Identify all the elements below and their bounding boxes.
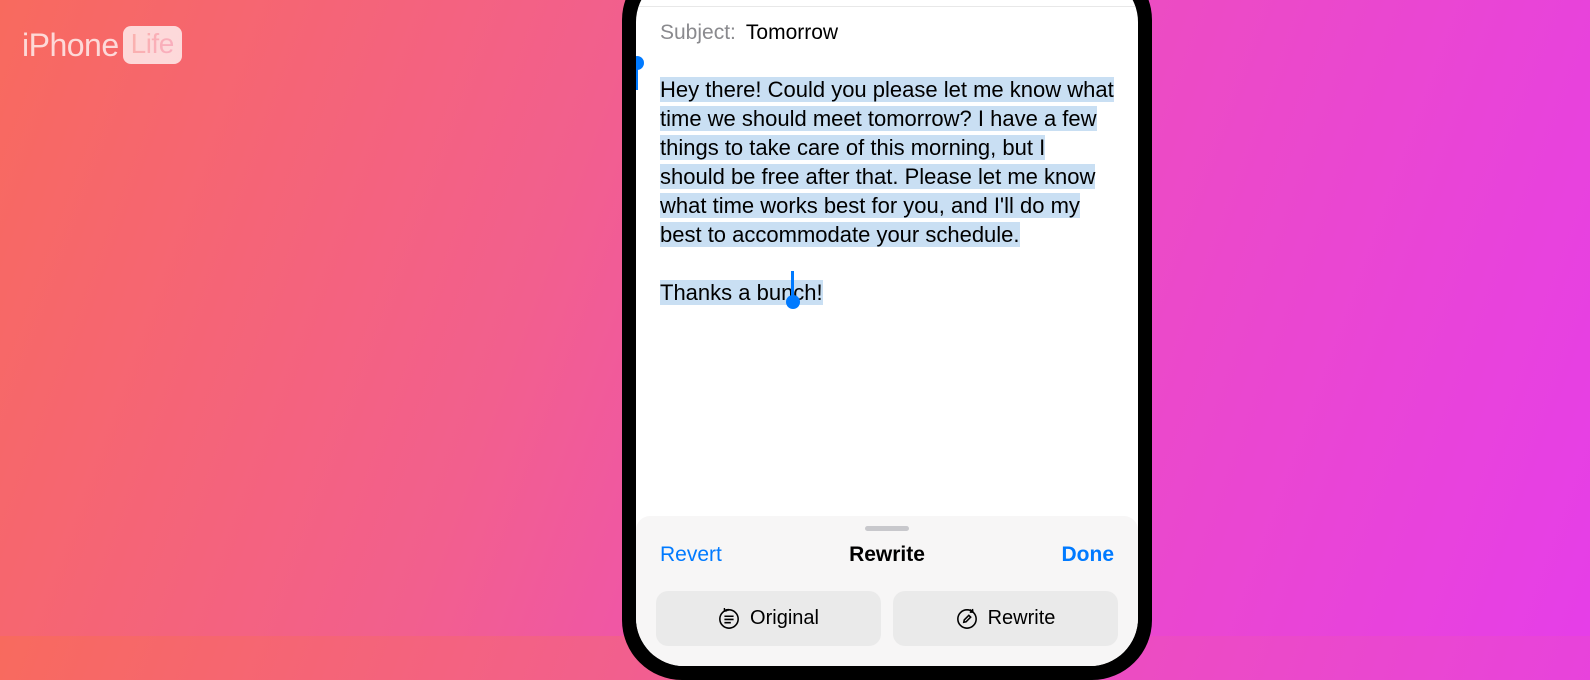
selection-handle-end[interactable]	[786, 295, 800, 309]
watermark-suffix-box: Life	[123, 26, 182, 64]
email-body[interactable]: Hey there! Could you please let me know …	[636, 61, 1138, 321]
rewrite-icon	[956, 608, 978, 630]
original-icon	[718, 608, 740, 630]
phone-screen: Subject: Tomorrow Hey there! Could you p…	[636, 0, 1138, 666]
iphonelife-watermark: iPhone Life	[22, 26, 182, 64]
watermark-prefix: iPhone	[22, 27, 119, 64]
selection-handle-start[interactable]	[636, 56, 644, 70]
rewrite-button-label: Rewrite	[988, 607, 1056, 630]
subject-value: Tomorrow	[746, 21, 838, 45]
sheet-grabber[interactable]	[865, 526, 909, 531]
original-button[interactable]: Original	[656, 591, 881, 646]
revert-button[interactable]: Revert	[660, 543, 722, 567]
phone-frame: Subject: Tomorrow Hey there! Could you p…	[622, 0, 1152, 680]
subject-row[interactable]: Subject: Tomorrow	[636, 6, 1138, 61]
done-button[interactable]: Done	[1062, 543, 1115, 567]
sheet-title: Rewrite	[849, 543, 925, 567]
writing-tools-sheet: Revert Rewrite Done	[636, 516, 1138, 666]
body-paragraph-1: Hey there! Could you please let me know …	[660, 77, 1114, 247]
rewrite-button[interactable]: Rewrite	[893, 591, 1118, 646]
sheet-header: Revert Rewrite Done	[636, 537, 1138, 591]
subject-label: Subject:	[660, 21, 736, 45]
original-button-label: Original	[750, 607, 819, 630]
option-buttons-row: Original Rewrite	[636, 591, 1138, 666]
selected-text[interactable]: Hey there! Could you please let me know …	[660, 75, 1114, 307]
